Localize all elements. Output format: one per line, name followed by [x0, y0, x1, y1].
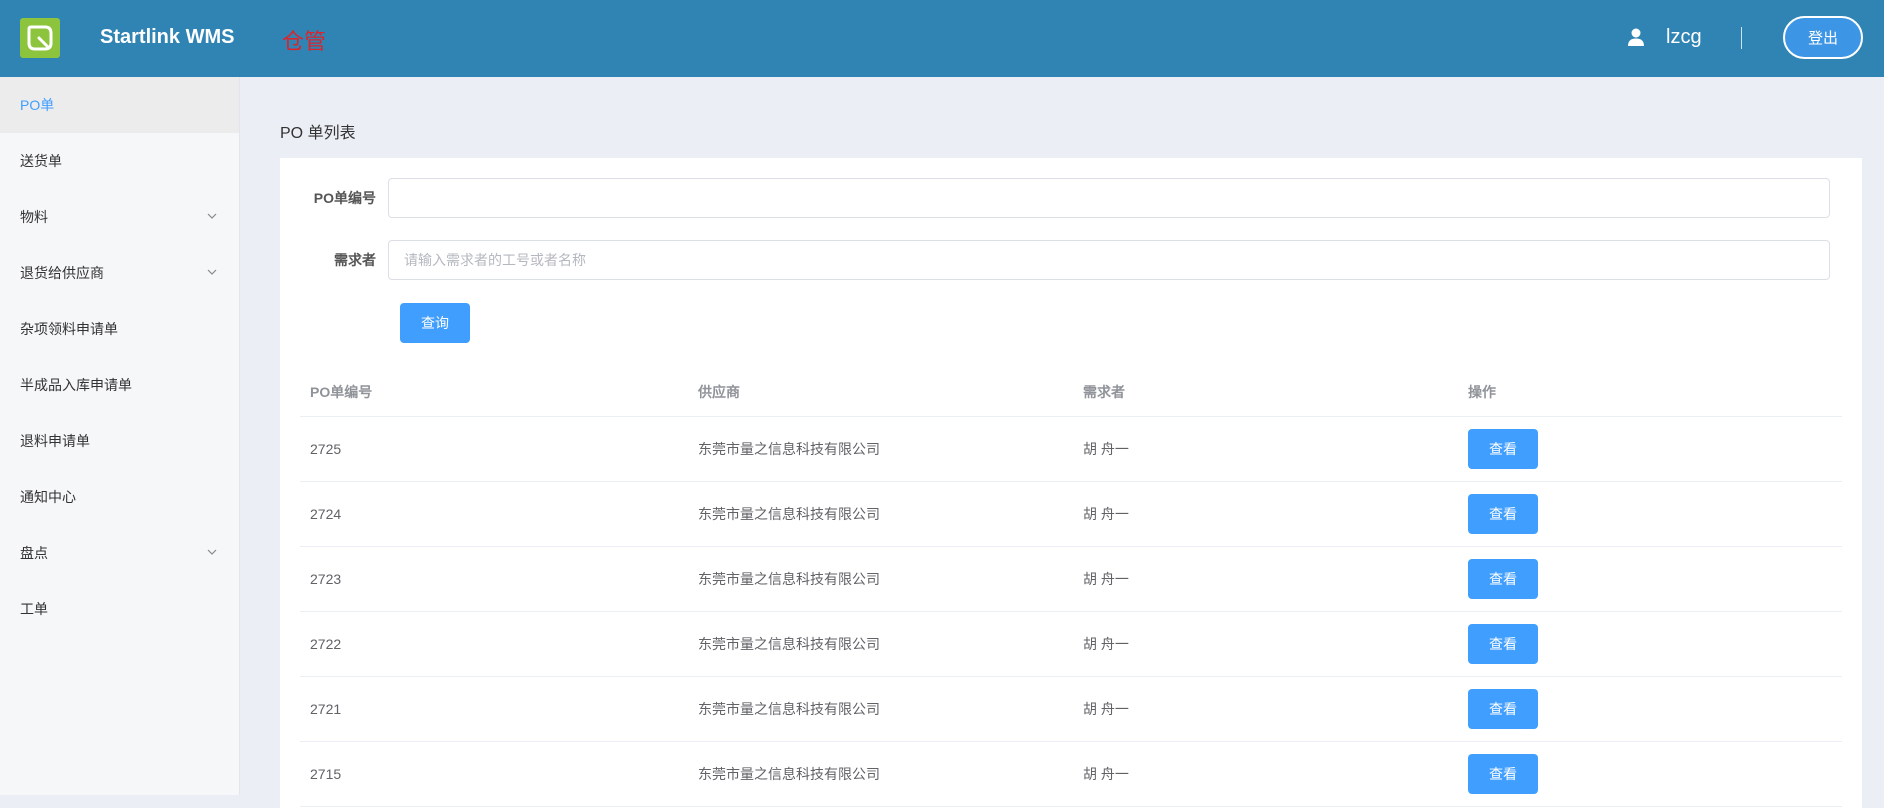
po-number-cell: 2722	[300, 611, 688, 677]
po-number-label: PO单编号	[313, 190, 376, 206]
app-title: Startlink WMS	[100, 26, 235, 48]
sidebar-item-label: 退货给供应商	[20, 265, 104, 281]
column-header-supplier: 供应商	[688, 368, 1073, 417]
requester-row: 需求者	[280, 240, 1830, 280]
table-row: 2722 东莞市量之信息科技有限公司 胡 舟一 查看	[300, 611, 1842, 677]
sidebar-item-material-return[interactable]: 退料申请单	[0, 413, 239, 469]
sidebar-item-stocktake[interactable]: 盘点	[0, 525, 239, 581]
sidebar-item-label: 物料	[20, 209, 48, 225]
view-button[interactable]: 查看	[1468, 493, 1538, 534]
sidebar-item-delivery[interactable]: 送货单	[0, 133, 239, 189]
po-number-input[interactable]	[388, 178, 1830, 218]
query-button[interactable]: 查询	[400, 303, 470, 343]
page-title: PO 单列表	[280, 125, 356, 142]
chevron-down-icon	[207, 213, 217, 219]
requester-cell: 胡 舟一	[1073, 416, 1458, 482]
role-label: 仓管	[282, 29, 327, 54]
sidebar-item-label: 通知中心	[20, 489, 76, 505]
column-header-requester: 需求者	[1073, 368, 1458, 417]
sidebar-item-label: 盘点	[20, 545, 48, 561]
actions-cell: 查看	[1458, 481, 1842, 547]
sidebar-item-label: 半成品入库申请单	[20, 377, 132, 393]
po-number-cell: 2723	[300, 546, 688, 612]
requester-cell: 胡 舟一	[1073, 611, 1458, 677]
sidebar-item-notifications[interactable]: 通知中心	[0, 469, 239, 525]
po-number-cell: 2721	[300, 676, 688, 742]
sidebar-item-label: 退料申请单	[20, 433, 90, 449]
main-content: PO 单列表 PO单编号 需求者 查询 PO单编号 供应商 需求者 操作 272…	[240, 77, 1884, 808]
sidebar-item-return-supplier[interactable]: 退货给供应商	[0, 245, 239, 301]
actions-cell: 查看	[1458, 676, 1842, 742]
table-header-row: PO单编号 供应商 需求者 操作	[300, 368, 1842, 417]
top-bar: Startlink WMS 仓管 lzcg 登出	[0, 0, 1884, 77]
table-row: 2721 东莞市量之信息科技有限公司 胡 舟一 查看	[300, 676, 1842, 742]
view-button[interactable]: 查看	[1468, 688, 1538, 729]
po-table: PO单编号 供应商 需求者 操作 2725 东莞市量之信息科技有限公司 胡 舟一…	[300, 368, 1842, 807]
column-header-po: PO单编号	[300, 368, 688, 417]
sidebar-item-semi-finished[interactable]: 半成品入库申请单	[0, 357, 239, 413]
sidebar-item-label: PO单	[20, 97, 55, 113]
sidebar-item-po[interactable]: PO单	[0, 77, 239, 133]
requester-label: 需求者	[334, 252, 376, 268]
supplier-cell: 东莞市量之信息科技有限公司	[688, 481, 1073, 547]
actions-cell: 查看	[1458, 546, 1842, 612]
column-header-actions: 操作	[1458, 368, 1842, 417]
po-number-cell: 2724	[300, 481, 688, 547]
chevron-down-icon	[207, 549, 217, 555]
sidebar-item-material[interactable]: 物料	[0, 189, 239, 245]
actions-cell: 查看	[1458, 416, 1842, 482]
actions-cell: 查看	[1458, 611, 1842, 677]
actions-cell: 查看	[1458, 741, 1842, 807]
logo-icon	[27, 25, 53, 51]
po-number-cell: 2725	[300, 416, 688, 482]
table-row: 2724 东莞市量之信息科技有限公司 胡 舟一 查看	[300, 481, 1842, 547]
requester-cell: 胡 舟一	[1073, 676, 1458, 742]
requester-cell: 胡 舟一	[1073, 741, 1458, 807]
requester-cell: 胡 舟一	[1073, 481, 1458, 547]
po-number-row: PO单编号	[280, 178, 1830, 218]
app-logo[interactable]	[20, 18, 60, 58]
chevron-down-icon	[207, 269, 217, 275]
table-row: 2715 东莞市量之信息科技有限公司 胡 舟一 查看	[300, 741, 1842, 807]
view-button[interactable]: 查看	[1468, 623, 1538, 664]
sidebar-item-label: 送货单	[20, 153, 62, 169]
po-number-cell: 2715	[300, 741, 688, 807]
supplier-cell: 东莞市量之信息科技有限公司	[688, 741, 1073, 807]
logout-button[interactable]: 登出	[1783, 16, 1863, 59]
sidebar: PO单 送货单 物料 退货给供应商 杂项领料申请单 半成品入库申请单 退料申请单…	[0, 77, 240, 795]
sidebar-item-label: 工单	[20, 601, 48, 617]
supplier-cell: 东莞市量之信息科技有限公司	[688, 676, 1073, 742]
view-button[interactable]: 查看	[1468, 753, 1538, 794]
content-panel: PO单编号 需求者 查询 PO单编号 供应商 需求者 操作 2725 东莞市量之…	[280, 158, 1862, 808]
table-row: 2723 东莞市量之信息科技有限公司 胡 舟一 查看	[300, 546, 1842, 612]
user-icon	[1628, 28, 1644, 46]
username: lzcg	[1666, 26, 1702, 48]
requester-input[interactable]	[388, 240, 1830, 280]
sidebar-item-misc-requisition[interactable]: 杂项领料申请单	[0, 301, 239, 357]
view-button[interactable]: 查看	[1468, 428, 1538, 469]
supplier-cell: 东莞市量之信息科技有限公司	[688, 416, 1073, 482]
view-button[interactable]: 查看	[1468, 558, 1538, 599]
header-divider	[1741, 27, 1742, 49]
requester-cell: 胡 舟一	[1073, 546, 1458, 612]
sidebar-item-label: 杂项领料申请单	[20, 321, 118, 337]
table-row: 2725 东莞市量之信息科技有限公司 胡 舟一 查看	[300, 416, 1842, 482]
supplier-cell: 东莞市量之信息科技有限公司	[688, 611, 1073, 677]
supplier-cell: 东莞市量之信息科技有限公司	[688, 546, 1073, 612]
sidebar-item-work-order[interactable]: 工单	[0, 581, 239, 637]
